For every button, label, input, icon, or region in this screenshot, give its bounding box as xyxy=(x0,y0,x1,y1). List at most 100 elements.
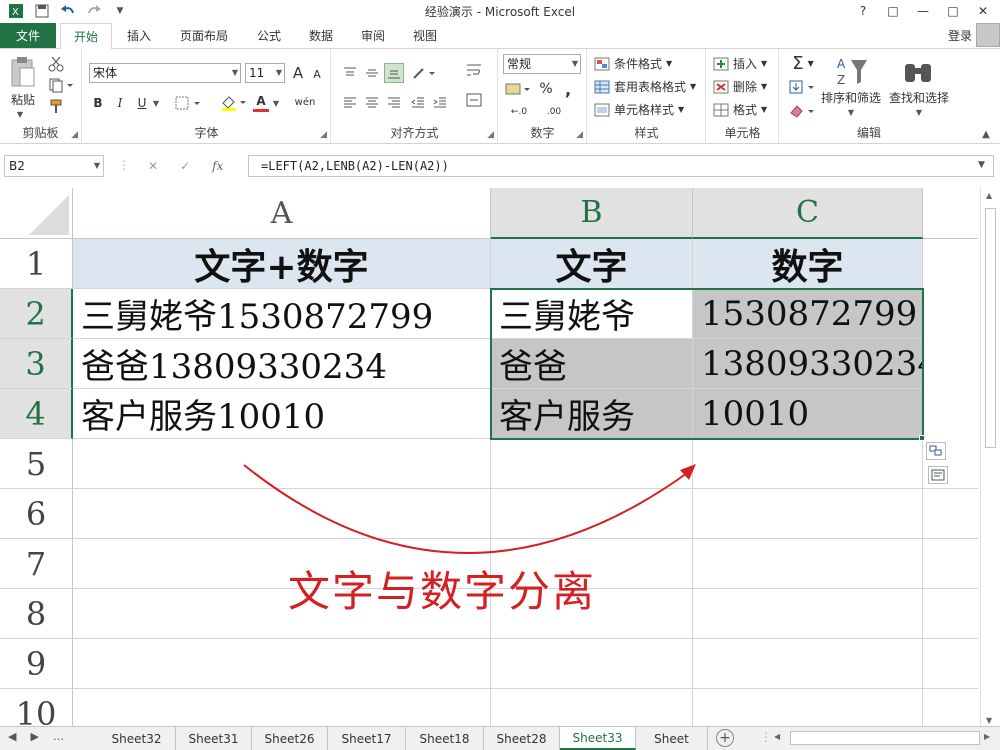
cancel-icon[interactable]: ✕ xyxy=(148,159,158,173)
increase-decimal-button[interactable]: ←.0 xyxy=(503,103,535,121)
login-link[interactable]: 登录 xyxy=(948,27,972,44)
sort-filter-icon[interactable]: AZ xyxy=(828,53,874,89)
fill-icon[interactable] xyxy=(786,77,820,97)
find-select-button[interactable]: 查找和选择 xyxy=(886,89,952,105)
cell-styles-button[interactable]: 单元格样式 ▼ xyxy=(594,101,684,118)
format-as-table-button[interactable]: 套用表格格式 ▼ xyxy=(594,78,696,95)
align-middle-icon[interactable] xyxy=(362,63,382,83)
number-group-label: 数字 xyxy=(530,126,555,140)
minimize-button[interactable]: — xyxy=(910,1,936,21)
sort-filter-dropdown-icon[interactable]: ▼ xyxy=(846,107,856,117)
collapse-ribbon-icon[interactable]: ▲ xyxy=(978,127,994,141)
percent-button[interactable]: % xyxy=(537,79,555,99)
expand-formula-bar-icon[interactable]: ▼ xyxy=(978,160,985,170)
paste-icon[interactable] xyxy=(6,55,38,89)
tab-page-layout[interactable]: 页面布局 xyxy=(168,23,240,48)
autosum-icon[interactable]: Σ ▼ xyxy=(786,53,820,74)
avatar[interactable] xyxy=(976,23,1000,47)
format-painter-icon[interactable] xyxy=(46,97,66,115)
horizontal-scrollbar[interactable] xyxy=(790,731,980,745)
number-format-combo[interactable]: 常规 ▼ xyxy=(503,54,581,74)
delete-cells-button[interactable]: 删除 ▼ xyxy=(713,78,767,95)
next-sheet-icon[interactable]: ▶ xyxy=(30,730,38,743)
align-bottom-icon[interactable] xyxy=(384,63,404,83)
enter-icon[interactable]: ✓ xyxy=(180,159,190,173)
vertical-scroll-thumb[interactable] xyxy=(985,208,996,448)
sheet-tab-sheet18[interactable]: Sheet18 xyxy=(406,727,484,750)
conditional-formatting-button[interactable]: 条件格式 ▼ xyxy=(594,55,672,72)
underline-button[interactable]: U xyxy=(133,93,151,113)
font-color-button[interactable]: A xyxy=(253,91,269,111)
close-button[interactable]: ✕ xyxy=(970,1,996,21)
formula-input[interactable]: =LEFT(A2,LENB(A2)-LEN(A2)) xyxy=(248,155,994,177)
vertical-scrollbar[interactable]: ▲ ▼ xyxy=(980,188,1000,728)
copy-icon[interactable] xyxy=(46,76,76,94)
maximize-button[interactable]: □ xyxy=(940,1,966,21)
tab-home[interactable]: 开始 xyxy=(60,23,112,49)
help-button[interactable]: ? xyxy=(850,1,876,21)
sheet-tab-sheet26[interactable]: Sheet26 xyxy=(252,727,328,750)
scroll-down-icon[interactable]: ▼ xyxy=(986,716,992,725)
worksheet-grid[interactable]: A B C 1 2 3 4 5 6 7 8 9 10 文字+数字 文字 数字 三… xyxy=(0,188,978,728)
font-launcher-icon[interactable]: ◢ xyxy=(320,130,327,140)
sheet-tab-sheet17[interactable]: Sheet17 xyxy=(328,727,406,750)
tab-file[interactable]: 文件 xyxy=(0,23,56,48)
comma-button[interactable]: , xyxy=(559,79,577,99)
prev-sheet-icon[interactable]: ◀ xyxy=(8,730,16,743)
number-launcher-icon[interactable]: ◢ xyxy=(576,130,583,140)
tab-view[interactable]: 视图 xyxy=(402,23,448,48)
tab-insert[interactable]: 插入 xyxy=(116,23,162,48)
find-select-dropdown-icon[interactable]: ▼ xyxy=(914,107,924,117)
tab-splitter-icon[interactable]: ⋮ xyxy=(760,730,772,744)
format-cells-button[interactable]: 格式 ▼ xyxy=(713,101,767,118)
scroll-left-icon[interactable]: ◀ xyxy=(774,732,780,741)
merge-center-icon[interactable] xyxy=(462,89,486,111)
wrap-text-icon[interactable] xyxy=(462,59,486,81)
alignment-launcher-icon[interactable]: ◢ xyxy=(487,130,494,140)
sheet-tab-sheet33[interactable]: Sheet33 xyxy=(560,727,636,750)
clear-icon[interactable] xyxy=(786,101,820,121)
insert-function-icon[interactable]: fx xyxy=(212,159,223,173)
shrink-font-button[interactable]: A xyxy=(309,65,325,83)
align-right-icon[interactable] xyxy=(384,93,404,113)
align-center-icon[interactable] xyxy=(362,93,382,113)
sheet-tab-sheet32[interactable]: Sheet32 xyxy=(98,727,176,750)
tab-review[interactable]: 审阅 xyxy=(350,23,396,48)
increase-indent-icon[interactable] xyxy=(430,93,450,113)
paste-dropdown-icon[interactable]: ▼ xyxy=(14,109,26,119)
font-name-combo[interactable]: 宋体 ▼ xyxy=(89,63,241,83)
cut-icon[interactable] xyxy=(46,55,66,73)
align-left-icon[interactable] xyxy=(340,93,360,113)
font-color-dropdown-icon[interactable]: ▼ xyxy=(271,93,281,113)
borders-icon[interactable] xyxy=(173,93,203,113)
grow-font-button[interactable]: A xyxy=(289,63,307,83)
decrease-decimal-button[interactable]: .00 xyxy=(539,103,569,121)
underline-dropdown-icon[interactable]: ▼ xyxy=(151,93,161,113)
font-size-combo[interactable]: 11 ▼ xyxy=(245,63,285,83)
ribbon-display-button[interactable]: □ xyxy=(880,1,906,21)
clipboard-launcher-icon[interactable]: ◢ xyxy=(71,130,78,140)
scroll-right-icon[interactable]: ▶ xyxy=(984,732,990,741)
insert-cells-button[interactable]: 插入 ▼ xyxy=(713,55,767,72)
scroll-up-icon[interactable]: ▲ xyxy=(986,191,992,200)
chevron-down-icon: ▼ xyxy=(761,105,768,114)
align-top-icon[interactable] xyxy=(340,63,360,83)
sheet-tab-sheet28[interactable]: Sheet28 xyxy=(484,727,560,750)
add-sheet-icon[interactable]: + xyxy=(716,729,734,747)
find-binoculars-icon[interactable] xyxy=(898,53,938,89)
sheet-tab-sheet[interactable]: Sheet xyxy=(636,727,708,750)
tab-formulas[interactable]: 公式 xyxy=(246,23,292,48)
phonetic-button[interactable]: wén xyxy=(293,91,317,113)
sort-filter-button[interactable]: 排序和筛选 xyxy=(818,89,884,105)
italic-button[interactable]: I xyxy=(111,93,129,113)
currency-icon[interactable] xyxy=(503,79,533,99)
name-box[interactable]: B2 ▼ xyxy=(4,155,104,177)
paste-button[interactable]: 粘贴 xyxy=(6,91,40,107)
tab-data[interactable]: 数据 xyxy=(298,23,344,48)
bold-button[interactable]: B xyxy=(89,93,107,113)
more-sheets-icon[interactable]: … xyxy=(53,730,64,743)
fill-color-icon[interactable] xyxy=(219,93,249,113)
decrease-indent-icon[interactable] xyxy=(408,93,428,113)
sheet-tab-sheet31[interactable]: Sheet31 xyxy=(176,727,252,750)
orientation-icon[interactable] xyxy=(410,63,440,83)
